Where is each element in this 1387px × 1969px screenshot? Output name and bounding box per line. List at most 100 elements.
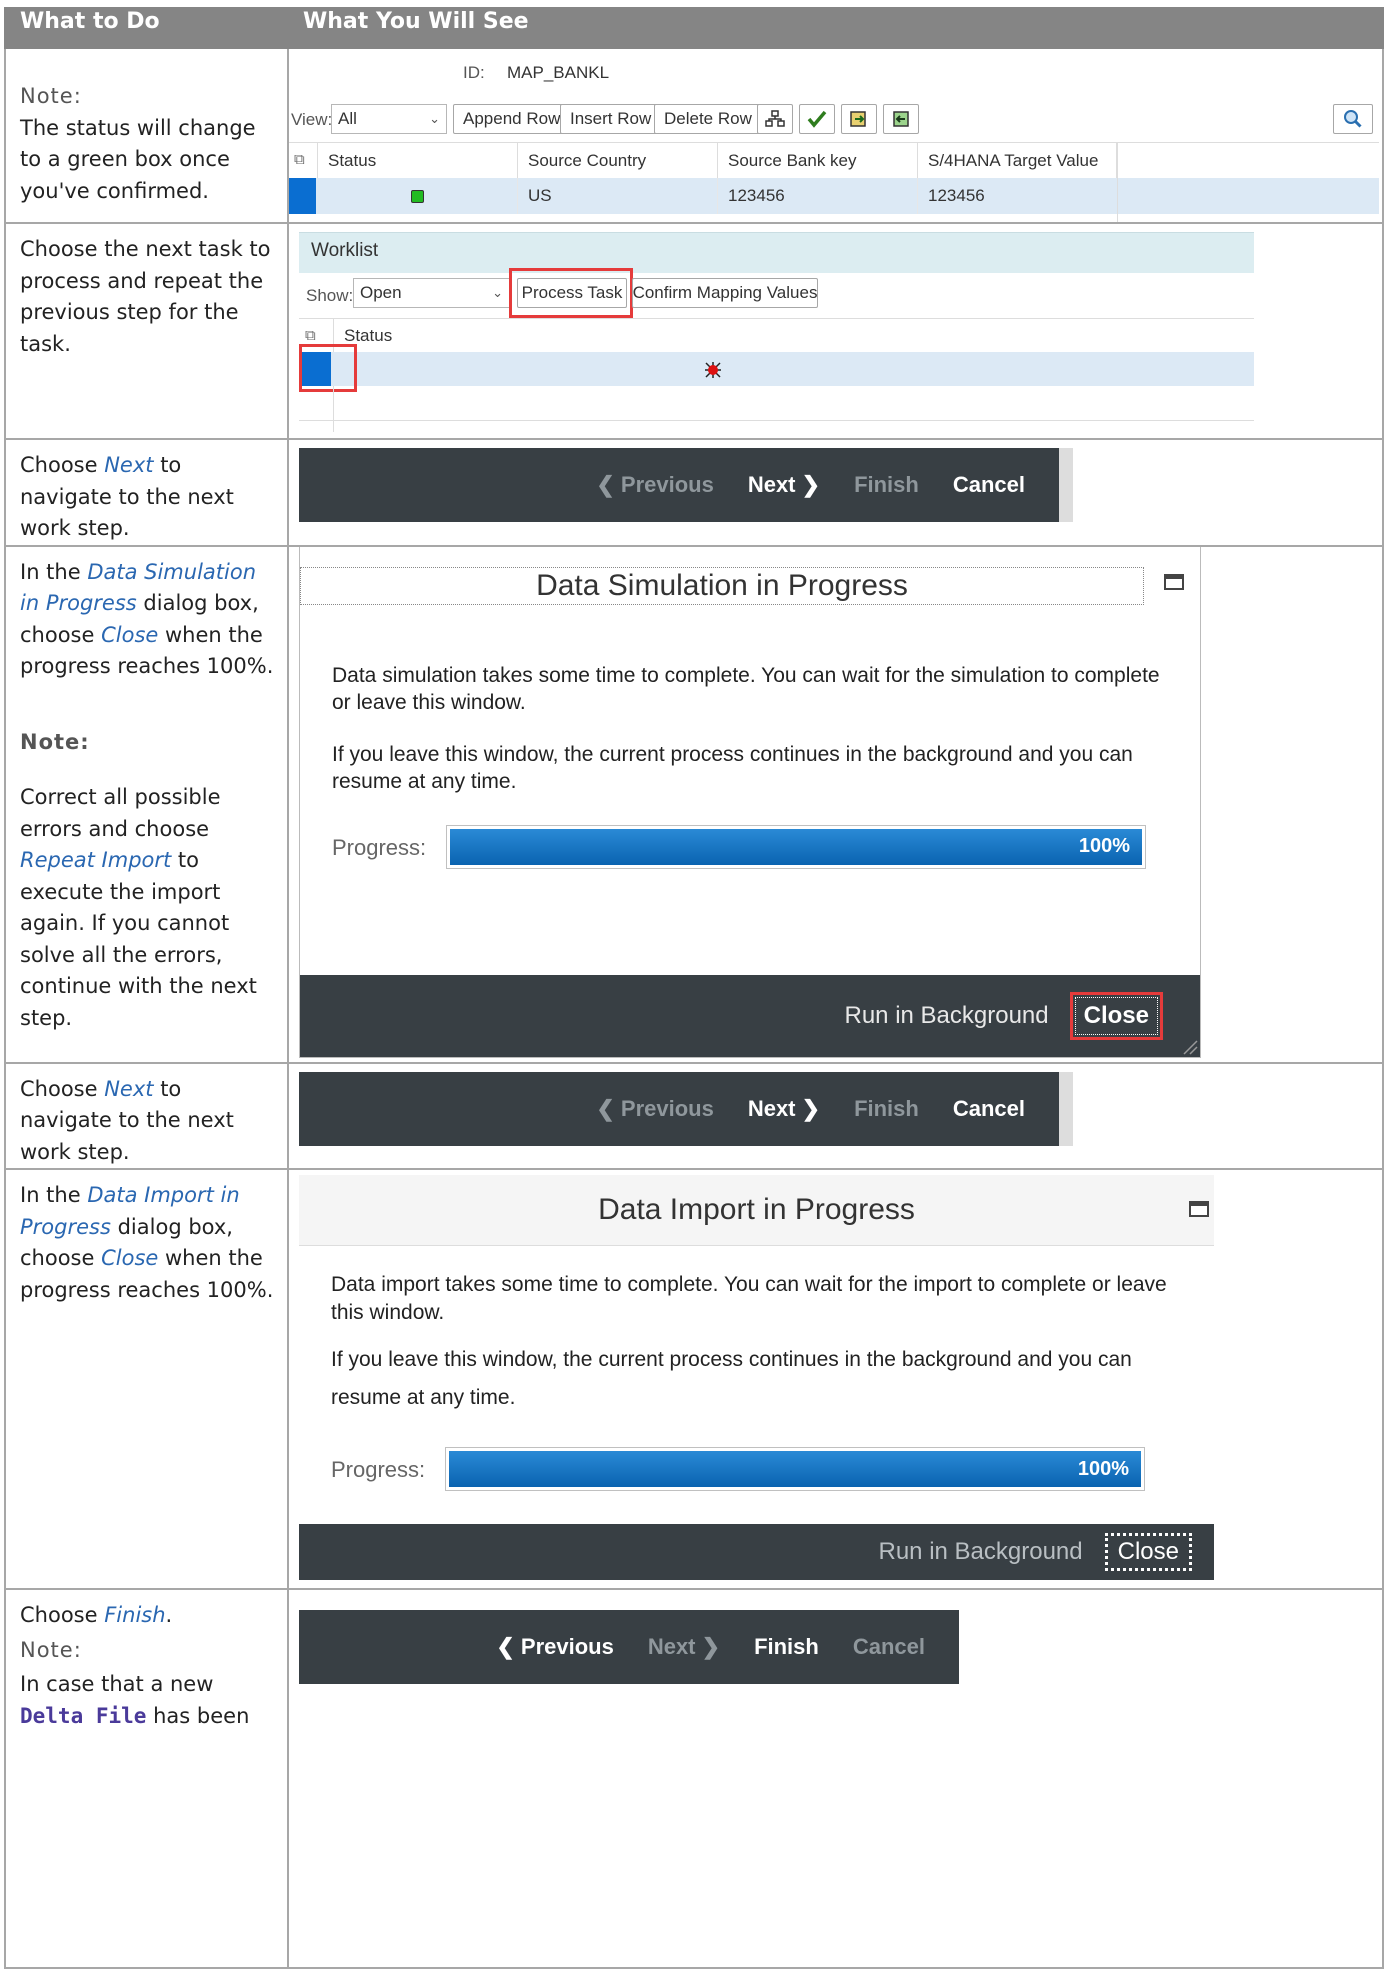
row-selector[interactable] [289, 178, 316, 214]
step-2-instructions: Choose the next task to process and repe… [4, 222, 289, 440]
id-label: ID: [463, 63, 485, 82]
keyword-repeat-import: Repeat Import [20, 848, 172, 872]
dialog-paragraph-2: If you leave this window, the current pr… [332, 742, 1133, 793]
progress-bar: 100% [445, 1447, 1145, 1491]
wizard-nav-bar: ❮ Previous Next ❯ Finish Cancel [299, 448, 1073, 522]
hierarchy-icon[interactable] [757, 104, 793, 134]
maximize-icon[interactable] [1164, 573, 1184, 590]
insert-row-button[interactable]: Insert Row [560, 104, 662, 134]
col-status: Status [317, 143, 517, 179]
close-button[interactable]: Close [1069, 991, 1164, 1040]
select-all-icon[interactable]: ⧉ [305, 327, 316, 344]
table-row[interactable] [299, 352, 1254, 386]
cancel-button[interactable]: Cancel [953, 472, 1025, 498]
col-target-value: S/4HANA Target Value [917, 143, 1117, 179]
search-icon[interactable] [1333, 104, 1373, 134]
highlight-box [299, 344, 357, 392]
header-what-you-will-see: What You Will See [287, 7, 1384, 49]
maximize-icon[interactable] [1189, 1201, 1209, 1217]
chevron-down-icon: ⌄ [492, 285, 503, 300]
finish-button[interactable]: Finish [754, 1634, 819, 1660]
append-row-button[interactable]: Append Row [453, 104, 571, 134]
next-label: Next [747, 1095, 796, 1121]
confirm-mapping-button[interactable]: Confirm Mapping Values [632, 278, 818, 308]
table-header: ⧉ Status Source Country Source Bank key … [289, 142, 1379, 180]
step-7-screenshot: ❮ Previous Next ❯ Finish Cancel [287, 1588, 1384, 1969]
step-1-instructions: Note: The status will change to a green … [4, 47, 289, 224]
view-value: All [338, 109, 357, 128]
next-button[interactable]: Next ❯ [748, 1096, 820, 1122]
delta-file-code: Delta File [20, 1703, 147, 1728]
dialog-paragraph-1: Data import takes some time to complete.… [331, 1273, 1167, 1324]
dialog-title: Data Import in Progress [299, 1175, 1214, 1246]
step-6-instructions: In the Data Import in Progress dialog bo… [4, 1168, 289, 1590]
step-3-instructions: Choose Next to navigate to the next work… [4, 438, 289, 547]
close-button[interactable]: Close [1104, 1533, 1192, 1571]
step-6-screenshot: Data Import in Progress Data import take… [287, 1168, 1384, 1590]
dialog-title: Data Simulation in Progress [300, 566, 1144, 605]
delete-row-button[interactable]: Delete Row [654, 104, 762, 134]
col-source-bank-key: Source Bank key [717, 143, 917, 179]
keyword-close: Close [101, 622, 159, 647]
text: Choose [20, 453, 105, 477]
cell-bank-key: 123456 [717, 178, 917, 214]
cell-country: US [517, 178, 717, 214]
text: In the [20, 559, 88, 584]
status-green-icon [411, 190, 424, 203]
worklist-title: Worklist [311, 240, 379, 261]
step-1-screenshot: ID: MAP_BANKL View: All ⌄ Append Row Ins… [287, 47, 1384, 224]
export-icon[interactable] [841, 104, 877, 134]
table-header: ⧉ Status [299, 318, 1254, 353]
keyword-next: Next [104, 453, 154, 477]
text: to execute the import again. If you cann… [20, 848, 257, 1030]
finish-button[interactable]: Finish [854, 472, 919, 498]
step-2-screenshot: Worklist Show: Open ⌄ Process Task Confi… [287, 222, 1384, 440]
row-divider [299, 420, 1254, 421]
table-row[interactable]: US 123456 123456 [289, 178, 1379, 214]
id-value: MAP_BANKL [507, 63, 610, 82]
dialog-footer: Run in Background Close [300, 974, 1200, 1057]
cancel-button[interactable]: Cancel [853, 1634, 925, 1660]
text: Choose [20, 1603, 105, 1627]
step-4-instructions: In the Data Simulation in Progress dialo… [4, 544, 289, 1064]
show-value: Open [360, 283, 402, 302]
status-error-icon [705, 362, 721, 378]
step-4-screenshot: Data Simulation in Progress Data simulat… [287, 544, 1384, 1064]
import-icon[interactable] [883, 104, 919, 134]
wizard-nav-bar: ❮ Previous Next ❯ Finish Cancel [299, 1610, 959, 1684]
text: . [165, 1603, 173, 1627]
progress-label: Progress: [331, 1457, 426, 1482]
dialog-paragraph-2: If you leave this window, the current pr… [331, 1348, 1132, 1409]
run-in-background-button[interactable]: Run in Background [845, 1002, 1049, 1030]
view-select[interactable]: All ⌄ [331, 104, 447, 134]
previous-button[interactable]: ❮ Previous [596, 472, 713, 498]
previous-label: Previous [620, 1095, 714, 1121]
previous-button[interactable]: ❮ Previous [496, 1634, 613, 1660]
column-divider [1117, 142, 1118, 222]
show-label: Show: [306, 286, 354, 305]
previous-label: Previous [620, 472, 714, 497]
view-label: View: [291, 110, 333, 129]
resize-grip-icon[interactable] [1180, 1037, 1198, 1055]
show-select[interactable]: Open ⌄ [353, 278, 510, 308]
step-5-screenshot: ❮ Previous Next ❯ Finish Cancel [287, 1061, 1384, 1170]
previous-button[interactable]: ❮ Previous [596, 1096, 713, 1122]
text: Correct all possible errors and choose [20, 785, 221, 841]
step-3-screenshot: ❮ Previous Next ❯ Finish Cancel [287, 438, 1384, 547]
progress-label: Progress: [332, 834, 427, 860]
text: Choose [20, 1076, 105, 1101]
header-what-to-do: What to Do [4, 7, 289, 49]
dialog-footer: Run in Background Close [299, 1524, 1214, 1580]
col-status: Status [333, 319, 633, 353]
checkmark-icon[interactable] [799, 104, 835, 134]
select-all-icon[interactable]: ⧉ [294, 151, 305, 168]
worklist-header: Worklist [299, 232, 1254, 273]
run-in-background-button[interactable]: Run in Background [879, 1538, 1083, 1566]
note-label: Note: [20, 1637, 82, 1662]
finish-button[interactable]: Finish [854, 1096, 919, 1122]
cancel-button[interactable]: Cancel [953, 1096, 1025, 1122]
next-button[interactable]: Next ❯ [748, 472, 820, 498]
next-button[interactable]: Next ❯ [648, 1634, 720, 1660]
col-source-country: Source Country [517, 143, 717, 179]
text: In case that a new [20, 1672, 214, 1696]
